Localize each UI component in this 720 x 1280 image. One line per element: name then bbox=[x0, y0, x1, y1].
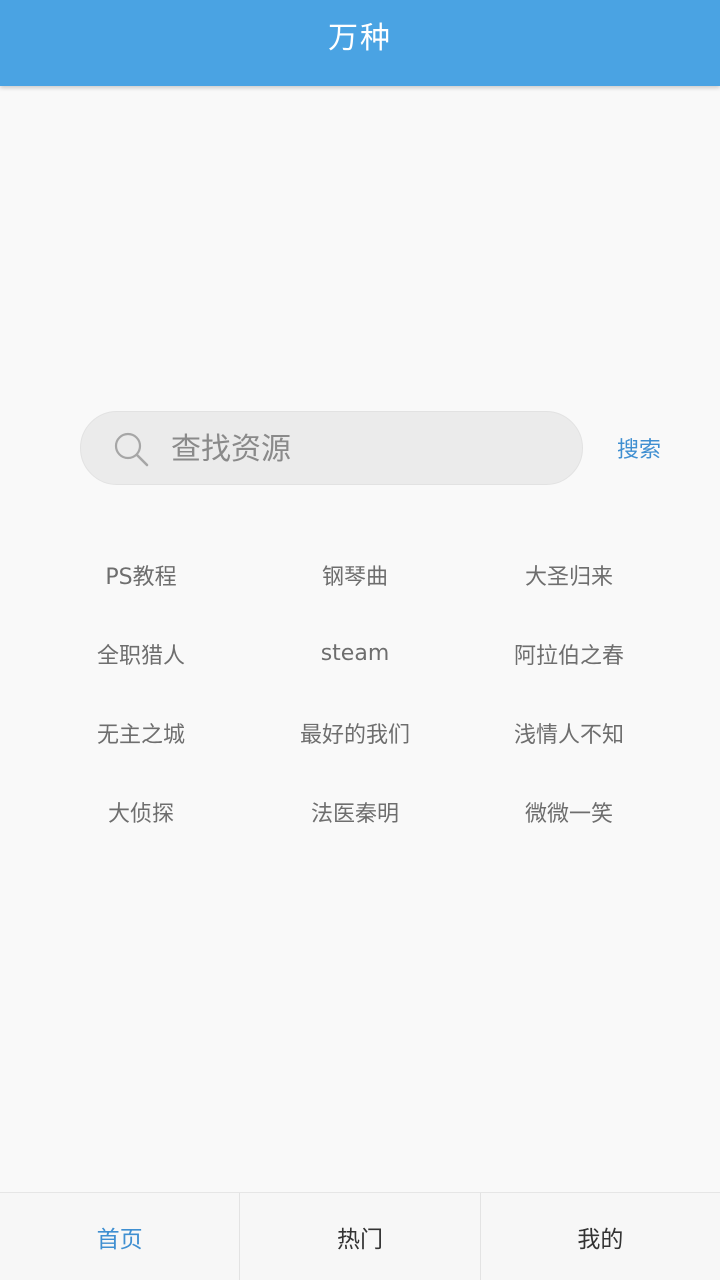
search-button[interactable]: 搜索 bbox=[617, 431, 677, 465]
tag-item[interactable]: 阿拉伯之春 bbox=[462, 614, 676, 693]
tag-item[interactable]: 微微一笑 bbox=[462, 772, 676, 851]
tag-item[interactable]: 全职猎人 bbox=[34, 614, 248, 693]
nav-item-hot[interactable]: 热门 bbox=[240, 1193, 481, 1280]
tag-item[interactable]: 大侦探 bbox=[34, 772, 248, 851]
nav-item-home[interactable]: 首页 bbox=[0, 1193, 241, 1280]
page-title: 万种 bbox=[328, 21, 392, 56]
bottom-nav: 首页 热门 我的 bbox=[0, 1192, 720, 1280]
tag-item[interactable]: 法医秦明 bbox=[248, 772, 462, 851]
app-header: 万种 bbox=[0, 0, 720, 86]
search-input[interactable] bbox=[171, 426, 561, 472]
search-box[interactable] bbox=[80, 411, 583, 485]
app-root: 万种 搜索 PS教程 钢琴曲 大圣归来 全职猎人 steam 阿拉伯之春 无主之… bbox=[0, 0, 720, 1280]
tag-item[interactable]: steam bbox=[248, 614, 462, 693]
tag-item[interactable]: PS教程 bbox=[34, 535, 248, 614]
hot-tags-grid: PS教程 钢琴曲 大圣归来 全职猎人 steam 阿拉伯之春 无主之城 最好的我… bbox=[34, 535, 676, 851]
tag-item[interactable]: 钢琴曲 bbox=[248, 535, 462, 614]
tag-item[interactable]: 大圣归来 bbox=[462, 535, 676, 614]
tag-item[interactable]: 最好的我们 bbox=[248, 693, 462, 772]
tag-item[interactable]: 浅情人不知 bbox=[462, 693, 676, 772]
search-row: 搜索 bbox=[80, 411, 680, 485]
search-icon bbox=[114, 432, 149, 467]
nav-item-mine[interactable]: 我的 bbox=[481, 1193, 720, 1280]
tag-item[interactable]: 无主之城 bbox=[34, 693, 248, 772]
